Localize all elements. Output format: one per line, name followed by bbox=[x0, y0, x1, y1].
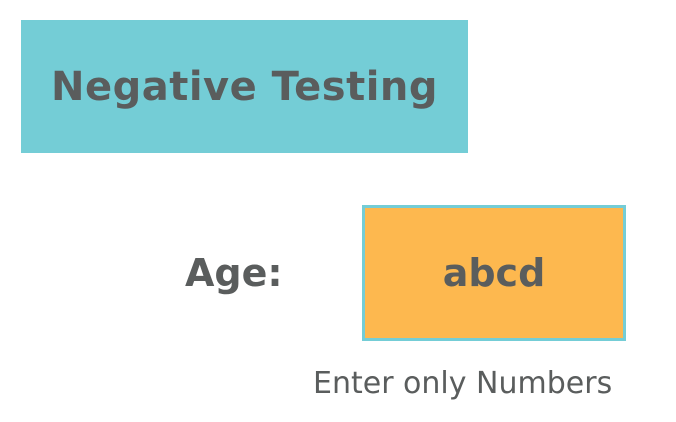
age-hint-text: Enter only Numbers bbox=[313, 366, 613, 401]
age-input[interactable]: abcd bbox=[362, 205, 626, 341]
age-label: Age: bbox=[185, 251, 283, 295]
title-banner: Negative Testing bbox=[21, 20, 468, 153]
age-input-value[interactable]: abcd bbox=[443, 251, 546, 295]
page-title: Negative Testing bbox=[50, 63, 439, 110]
